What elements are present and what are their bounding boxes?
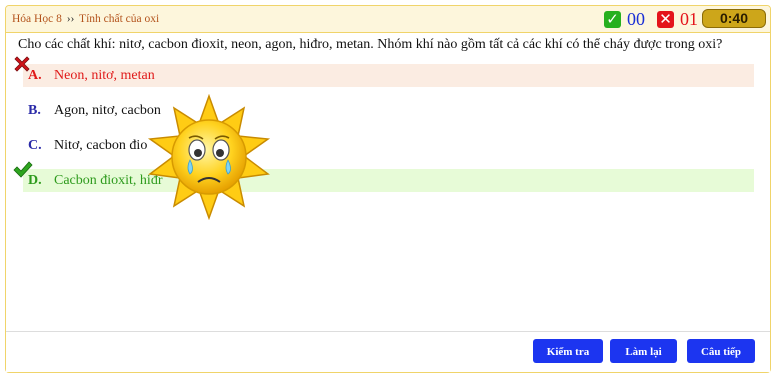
- option-c[interactable]: C. Nitơ, cacbon đio: [23, 134, 754, 157]
- quiz-frame: Hóa Học 8 ›› Tính chất của oxi ✓ 00 ✕ 01…: [5, 5, 771, 373]
- option-d[interactable]: D. Cacbon đioxit, hiđr: [23, 169, 754, 192]
- option-text: Nitơ, cacbon đio: [54, 138, 148, 153]
- timer: 0:40: [702, 9, 766, 28]
- correct-count: 00: [627, 9, 645, 29]
- wrong-count: 01: [680, 9, 698, 29]
- retry-button[interactable]: Làm lại: [610, 339, 677, 363]
- red-x-icon: [14, 56, 30, 72]
- option-letter: C.: [28, 138, 42, 153]
- option-a[interactable]: A. Neon, nitơ, metan: [23, 64, 754, 87]
- option-text: Neon, nitơ, metan: [54, 68, 155, 83]
- check-button[interactable]: Kiểm tra: [533, 339, 603, 363]
- option-b[interactable]: B. Agon, nitơ, cacbon: [23, 99, 754, 122]
- breadcrumb: Hóa Học 8 ›› Tính chất của oxi: [12, 13, 159, 25]
- x-icon: ✕: [657, 11, 674, 28]
- question-text: Cho các chất khí: nitơ, cacbon đioxit, n…: [18, 37, 723, 52]
- green-check-icon: [13, 161, 33, 178]
- next-question-button[interactable]: Câu tiếp: [687, 339, 755, 363]
- breadcrumb-separator: ››: [66, 13, 75, 25]
- breadcrumb-lesson[interactable]: Tính chất của oxi: [79, 13, 159, 25]
- quiz-footer: Kiểm tra Làm lại Câu tiếp: [6, 331, 770, 372]
- crying-sun-emoticon: [147, 94, 271, 220]
- breadcrumb-subject[interactable]: Hóa Học 8: [12, 13, 62, 25]
- check-icon: ✓: [604, 11, 621, 28]
- correct-score: ✓ 00: [604, 9, 645, 30]
- option-text: Agon, nitơ, cacbon: [54, 103, 161, 118]
- quiz-header: Hóa Học 8 ›› Tính chất của oxi ✓ 00 ✕ 01…: [6, 6, 770, 33]
- option-letter: B.: [28, 103, 41, 118]
- wrong-score: ✕ 01: [657, 9, 698, 30]
